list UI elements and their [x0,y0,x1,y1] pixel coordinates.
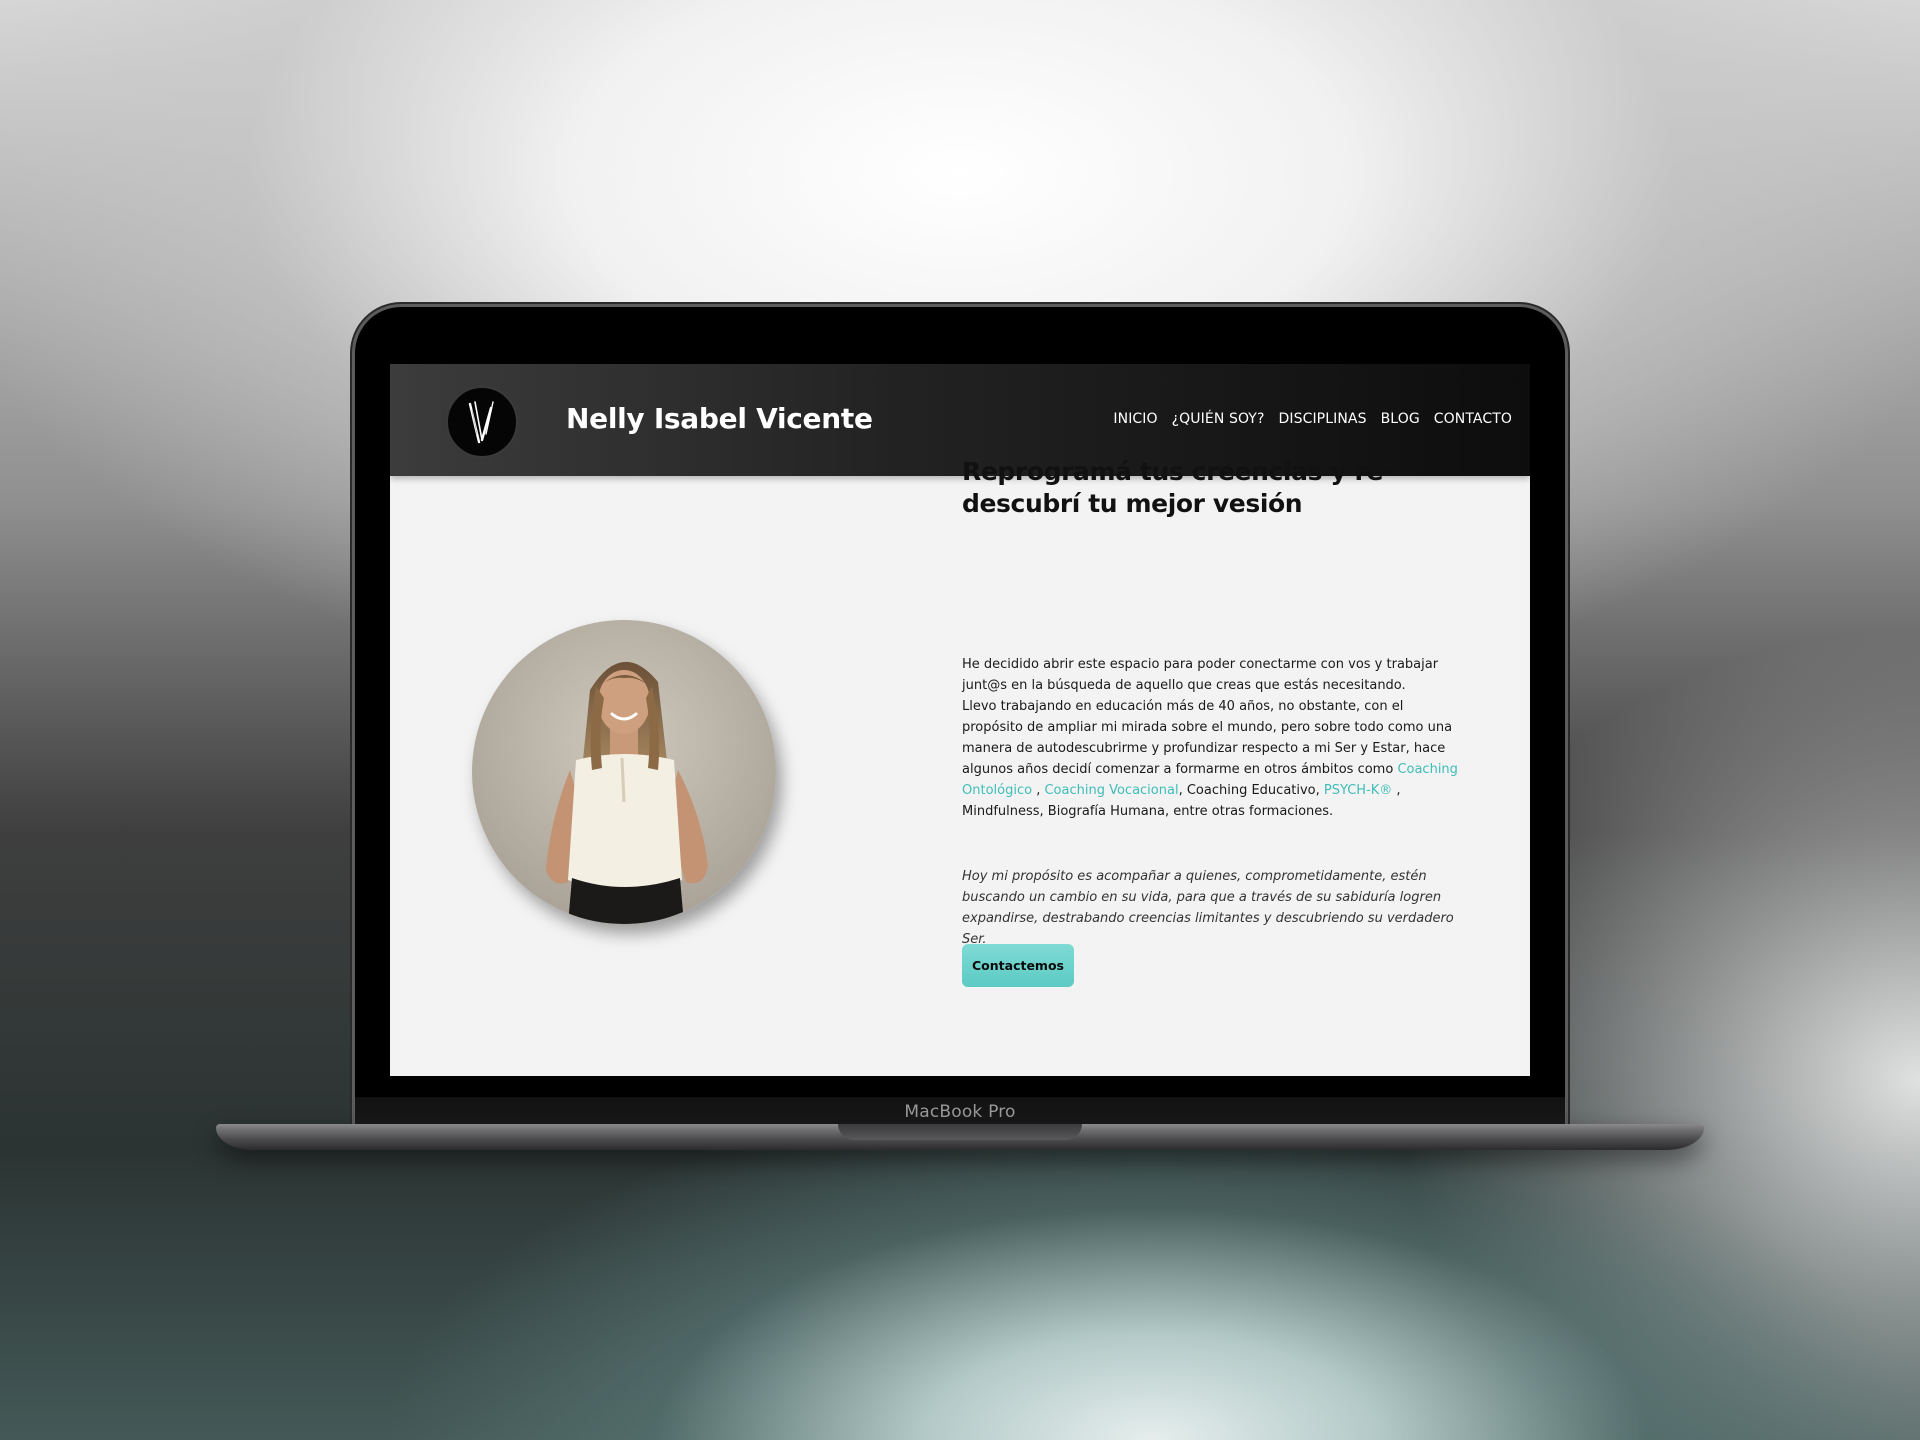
site-logo-icon[interactable] [446,386,518,458]
site-title[interactable]: Nelly Isabel Vicente [566,402,873,435]
nav-item-quien-soy[interactable]: ¿QUIÉN SOY? [1172,411,1265,427]
nav-item-disciplinas[interactable]: DISCIPLINAS [1278,411,1366,427]
link-psych-k[interactable]: PSYCH-K® [1324,783,1392,798]
main-nav: INICIO ¿QUIÉN SOY? DISCIPLINAS BLOG CONT… [1113,411,1512,427]
purpose-paragraph: Hoy mi propósito es acompañar a quienes,… [962,869,1454,947]
middle-text: , Coaching Educativo, [1178,783,1324,798]
laptop-chin: MacBook Pro [355,1097,1565,1127]
nav-item-inicio[interactable]: INICIO [1113,411,1157,427]
laptop-brand-label: MacBook Pro [904,1102,1016,1122]
laptop-notch [838,1124,1082,1140]
background-paragraph: Llevo trabajando en educación más de 40 … [962,696,1462,822]
intro-paragraph: He decidido abrir este espacio para pode… [962,657,1439,693]
nav-item-blog[interactable]: BLOG [1381,411,1420,427]
contactemos-button[interactable]: Contactemos [962,944,1074,987]
website-screen: Nelly Isabel Vicente INICIO ¿QUIÉN SOY? … [390,364,1530,1076]
background-paragraph-text: Llevo trabajando en educación más de 40 … [962,699,1453,777]
separator-text: , [1032,783,1045,798]
hero-heading: Reprogramá tus creencias y re-descubrí t… [962,457,1394,518]
link-coaching-vocacional[interactable]: Coaching Vocacional [1044,783,1178,798]
profile-photo [472,620,776,924]
nav-item-contacto[interactable]: CONTACTO [1434,411,1512,427]
